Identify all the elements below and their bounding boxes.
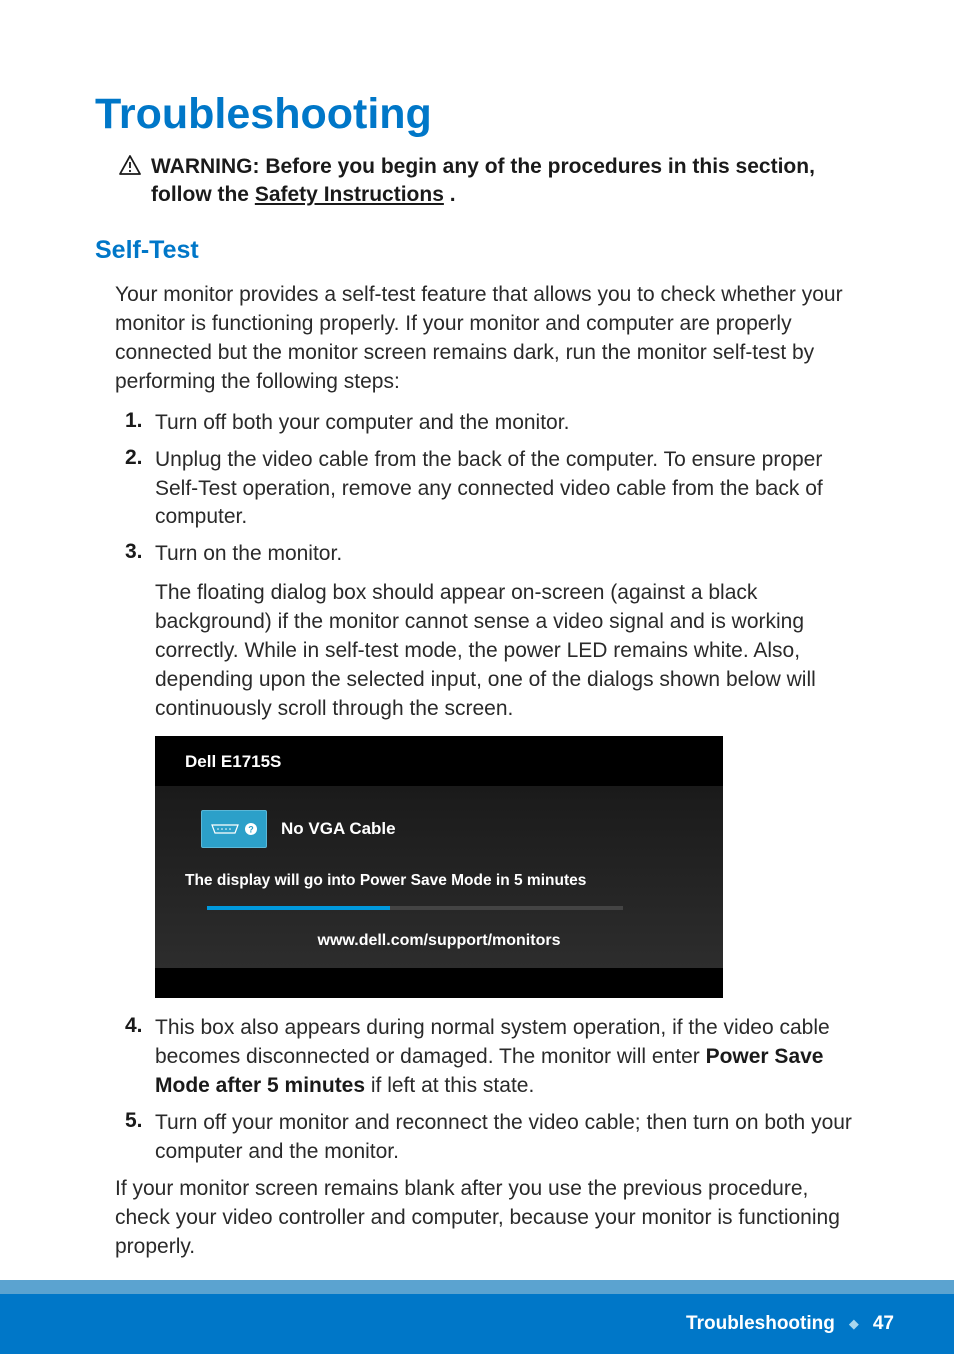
- step-text: Turn on the monitor.: [155, 540, 859, 569]
- step-text: Turn off your monitor and reconnect the …: [155, 1109, 859, 1167]
- step-text: Unplug the video cable from the back of …: [155, 446, 859, 533]
- svg-text:?: ?: [248, 825, 254, 835]
- closing-paragraph: If your monitor screen remains blank aft…: [115, 1175, 859, 1262]
- dialog-header: Dell E1715S: [155, 736, 723, 786]
- list-item: 3. Turn on the monitor.: [125, 540, 859, 569]
- section-heading-self-test: Self-Test: [95, 236, 859, 265]
- safety-instructions-link[interactable]: Safety Instructions: [255, 183, 444, 206]
- vga-cable-icon: ?: [201, 810, 267, 848]
- step-text: This box also appears during normal syst…: [155, 1014, 859, 1101]
- question-icon: ?: [244, 822, 258, 836]
- monitor-dialog: Dell E1715S ? No VGA Cable The display w…: [155, 736, 723, 998]
- no-cable-label: No VGA Cable: [281, 819, 396, 839]
- list-item: 5. Turn off your monitor and reconnect t…: [125, 1109, 859, 1167]
- page-title: Troubleshooting: [95, 90, 859, 139]
- footer-accent-band: [0, 1280, 954, 1294]
- steps-list: 1. Turn off both your computer and the m…: [125, 409, 859, 570]
- progress-bar: [207, 906, 623, 910]
- support-url: www.dell.com/support/monitors: [185, 932, 693, 950]
- list-item: 4. This box also appears during normal s…: [125, 1014, 859, 1101]
- list-item: 1. Turn off both your computer and the m…: [125, 409, 859, 438]
- step-number: 3.: [125, 540, 155, 564]
- intro-paragraph: Your monitor provides a self-test featur…: [115, 281, 859, 397]
- no-cable-row: ? No VGA Cable: [201, 810, 693, 848]
- footer-section-name: Troubleshooting: [686, 1313, 835, 1335]
- power-save-message: The display will go into Power Save Mode…: [185, 872, 693, 890]
- step-number: 1.: [125, 409, 155, 433]
- list-item: 2. Unplug the video cable from the back …: [125, 446, 859, 533]
- step-number: 2.: [125, 446, 155, 470]
- steps-list-continued: 4. This box also appears during normal s…: [125, 1014, 859, 1167]
- warning-block: WARNING: Before you begin any of the pro…: [119, 153, 859, 210]
- step-number: 4.: [125, 1014, 155, 1038]
- step-text: Turn off both your computer and the moni…: [155, 409, 859, 438]
- progress-fill: [207, 906, 390, 910]
- footer-diamond-icon: ◆: [849, 1316, 859, 1332]
- sub-paragraph: The floating dialog box should appear on…: [155, 579, 859, 724]
- step-number: 5.: [125, 1109, 155, 1133]
- footer-page-number: 47: [873, 1313, 894, 1335]
- footer-bar: Troubleshooting ◆ 47: [0, 1294, 954, 1354]
- warning-icon: [119, 155, 141, 180]
- dialog-body: ? No VGA Cable The display will go into …: [155, 786, 723, 968]
- dialog-model-label: Dell E1715S: [185, 752, 281, 771]
- warning-text: WARNING: Before you begin any of the pro…: [151, 153, 859, 210]
